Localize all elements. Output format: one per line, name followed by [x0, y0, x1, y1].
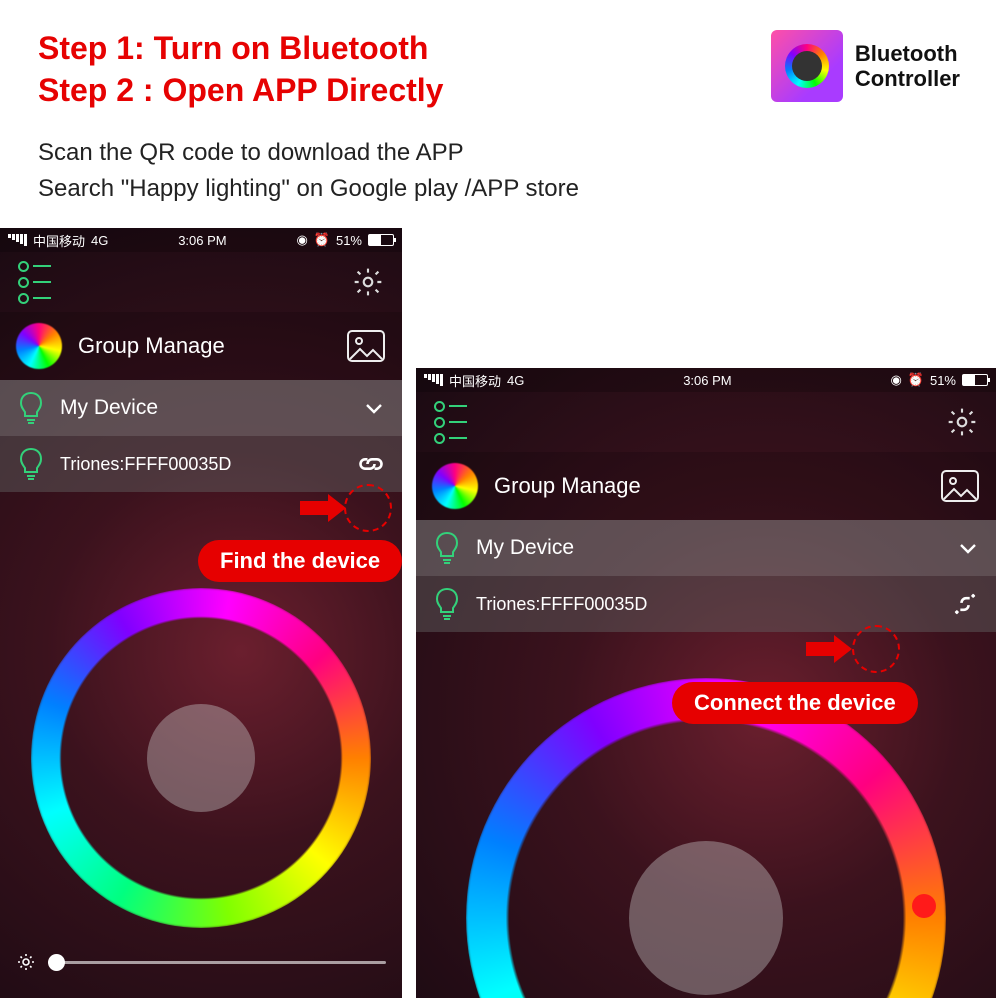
clock-label: 3:06 PM — [178, 233, 226, 248]
chevron-down-icon — [362, 396, 386, 420]
my-device-label: My Device — [60, 396, 348, 420]
color-wheel[interactable] — [31, 588, 371, 928]
phone-screenshot-1: 中国移动 4G 3:06 PM ◉ ⏰ 51% Group Manage My … — [0, 228, 402, 998]
status-bar: 中国移动 4G 3:06 PM ◉ ⏰ 51% — [416, 368, 996, 392]
signal-icon — [8, 234, 27, 246]
battery-pct: 51% — [930, 373, 956, 388]
status-bar: 中国移动 4G 3:06 PM ◉ ⏰ 51% — [0, 228, 402, 252]
search-app-text: Search "Happy lighting" on Google play /… — [38, 171, 579, 207]
network-label: 4G — [91, 233, 108, 248]
location-icon: ◉ — [890, 372, 901, 388]
app-badge: Bluetooth Controller — [771, 30, 960, 102]
settings-gear-icon[interactable] — [352, 266, 384, 298]
color-wheel[interactable] — [466, 678, 946, 998]
app-badge-line2: Controller — [855, 66, 960, 91]
battery-icon — [962, 374, 988, 386]
app-badge-line1: Bluetooth — [855, 41, 960, 66]
device-name-label: Triones:FFFF00035D — [60, 454, 342, 475]
group-manage-label: Group Manage — [78, 333, 330, 359]
bulb-icon — [16, 446, 46, 482]
color-wheel-knob[interactable] — [147, 704, 256, 813]
alarm-icon: ⏰ — [908, 372, 924, 388]
device-name-label: Triones:FFFF00035D — [476, 594, 936, 615]
group-manage-row[interactable]: Group Manage — [0, 312, 402, 380]
brightness-thumb[interactable] — [48, 954, 65, 971]
network-label: 4G — [507, 373, 524, 388]
bulb-icon — [16, 390, 46, 426]
device-list-item[interactable]: Triones:FFFF00035D — [0, 436, 402, 492]
signal-icon — [424, 374, 443, 386]
bulb-icon — [432, 530, 462, 566]
group-manage-label: Group Manage — [494, 473, 924, 499]
color-ball-icon — [432, 463, 478, 509]
scan-qr-text: Scan the QR code to download the APP — [38, 135, 579, 171]
bulb-icon — [432, 586, 462, 622]
group-manage-row[interactable]: Group Manage — [416, 452, 996, 520]
carrier-label: 中国移动 — [33, 231, 85, 250]
app-icon — [771, 30, 843, 102]
device-list-item[interactable]: Triones:FFFF00035D — [416, 576, 996, 632]
phone-screenshot-2: 中国移动 4G 3:06 PM ◉ ⏰ 51% Group Manage My … — [416, 368, 996, 998]
settings-gear-icon[interactable] — [946, 406, 978, 438]
my-device-row[interactable]: My Device — [0, 380, 402, 436]
menu-list-icon[interactable] — [18, 261, 51, 304]
carrier-label: 中国移动 — [449, 371, 501, 390]
color-wheel-knob[interactable] — [629, 841, 783, 995]
battery-pct: 51% — [336, 233, 362, 248]
alarm-icon: ⏰ — [314, 232, 330, 248]
step-2-text: Step 2 : Open APP Directly — [38, 70, 443, 112]
chevron-down-icon — [956, 536, 980, 560]
unlink-icon[interactable] — [950, 589, 980, 619]
color-wheel-handle[interactable] — [912, 894, 936, 918]
battery-icon — [368, 234, 394, 246]
location-icon: ◉ — [296, 232, 307, 248]
menu-list-icon[interactable] — [434, 401, 467, 444]
image-picker-icon[interactable] — [940, 469, 980, 503]
brightness-low-icon — [16, 952, 36, 972]
image-picker-icon[interactable] — [346, 329, 386, 363]
my-device-label: My Device — [476, 536, 942, 560]
link-icon[interactable] — [356, 449, 386, 479]
color-ball-icon — [16, 323, 62, 369]
my-device-row[interactable]: My Device — [416, 520, 996, 576]
clock-label: 3:06 PM — [683, 373, 731, 388]
brightness-slider[interactable] — [16, 948, 386, 976]
step-1-text: Step 1: Turn on Bluetooth — [38, 28, 443, 70]
